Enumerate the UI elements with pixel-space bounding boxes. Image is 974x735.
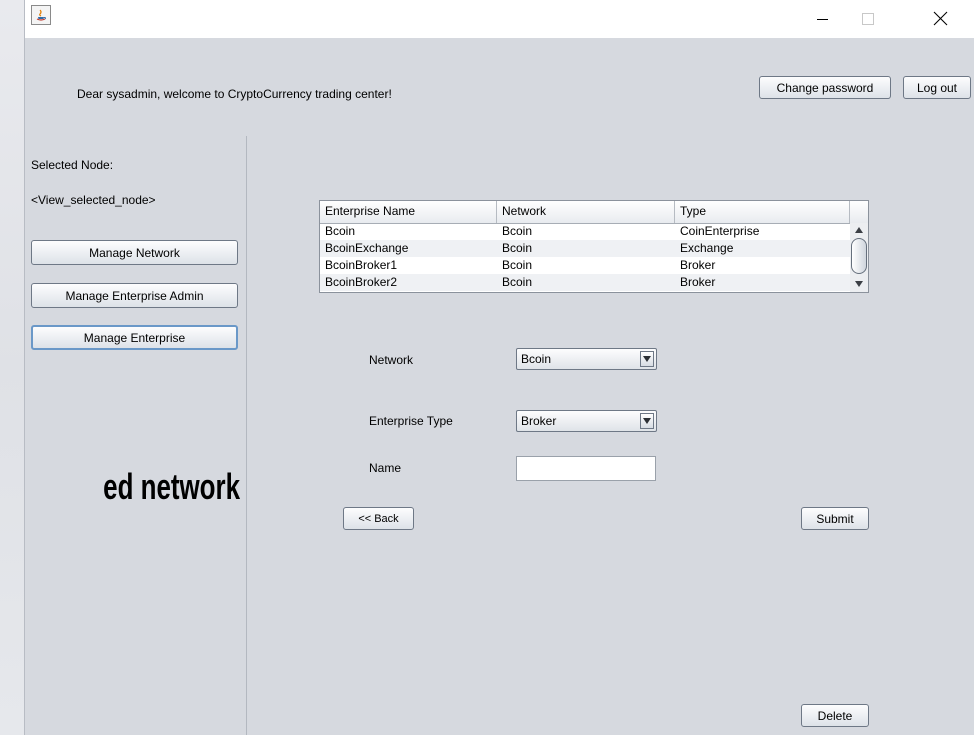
cell-type: CoinEnterprise — [680, 224, 760, 238]
scroll-thumb[interactable] — [851, 238, 867, 274]
close-icon — [933, 11, 948, 26]
cell-enterprise-name: BcoinBroker1 — [325, 258, 398, 272]
chevron-down-icon[interactable] — [640, 413, 654, 429]
selected-node-value: <View_selected_node> — [31, 193, 156, 207]
cell-network: Bcoin — [502, 258, 533, 272]
enterprise-type-select[interactable]: Broker — [516, 410, 657, 432]
cell-enterprise-name: Bcoin — [325, 224, 356, 238]
table-row[interactable]: Bcoin Bcoin CoinEnterprise — [320, 223, 850, 240]
logout-button[interactable]: Log out — [903, 76, 971, 99]
network-label: Network — [369, 353, 414, 367]
sidebar: Selected Node: <View_selected_node> — [25, 136, 246, 735]
network-select[interactable]: Bcoin — [516, 348, 657, 370]
table-corner — [850, 201, 868, 224]
table-row[interactable]: BcoinBroker1 Bcoin Broker — [320, 257, 850, 274]
cell-network: Bcoin — [502, 275, 533, 289]
cell-enterprise-name: BcoinExchange — [325, 241, 409, 255]
column-header-type[interactable]: Type — [675, 201, 850, 223]
enterprise-type-label: Enterprise Type — [369, 414, 453, 428]
manage-enterprise-button[interactable]: Manage Enterprise — [31, 325, 238, 350]
cell-network: Bcoin — [502, 241, 533, 255]
cell-type: Broker — [680, 275, 716, 289]
enterprise-type-select-value: Broker — [521, 414, 557, 428]
cell-enterprise-name: BcoinBroker2 — [325, 275, 398, 289]
name-input[interactable] — [516, 456, 656, 481]
cell-network: Bcoin — [502, 224, 533, 238]
name-label: Name — [369, 461, 402, 475]
welcome-message: Dear sysadmin, welcome to CryptoCurrency… — [77, 87, 392, 101]
java-icon — [31, 5, 51, 25]
column-header-enterprise-name[interactable]: Enterprise Name — [320, 201, 497, 223]
maximize-icon — [862, 13, 874, 25]
chevron-down-icon[interactable] — [640, 351, 654, 367]
scroll-down-icon[interactable] — [852, 278, 866, 290]
table-row[interactable]: BcoinExchange Bcoin Exchange — [320, 240, 850, 257]
manage-network-button[interactable]: Manage Network — [31, 240, 238, 265]
manage-enterprise-admin-button[interactable]: Manage Enterprise Admin — [31, 283, 238, 308]
back-button[interactable]: << Back — [343, 507, 414, 530]
minimize-icon — [817, 19, 828, 20]
network-select-value: Bcoin — [521, 352, 552, 366]
minimize-button[interactable] — [799, 0, 845, 38]
split-pane-divider[interactable] — [246, 136, 247, 735]
delete-button[interactable]: Delete — [801, 704, 869, 727]
change-password-button[interactable]: Change password — [759, 76, 891, 99]
table-header: Enterprise Name Network Type — [320, 201, 850, 224]
submit-button[interactable]: Submit — [801, 507, 869, 530]
background-page-text: ed network — [103, 466, 240, 507]
desktop-background — [0, 0, 24, 735]
selected-node-label: Selected Node: — [31, 158, 114, 172]
maximize-button[interactable] — [845, 0, 891, 38]
table-body: Bcoin Bcoin CoinEnterprise BcoinExchange… — [320, 223, 850, 291]
scroll-up-icon[interactable] — [852, 224, 866, 236]
cell-type: Broker — [680, 258, 716, 272]
close-button[interactable] — [917, 0, 963, 38]
table-row[interactable]: BcoinBroker2 Bcoin Broker — [320, 274, 850, 291]
column-header-network[interactable]: Network — [497, 201, 675, 223]
title-bar — [25, 0, 974, 38]
cell-type: Exchange — [680, 241, 734, 255]
app-window: Dear sysadmin, welcome to CryptoCurrency… — [24, 0, 974, 735]
table-scrollbar[interactable] — [850, 223, 868, 292]
enterprise-table: Enterprise Name Network Type Bcoin Bcoin… — [319, 200, 869, 293]
